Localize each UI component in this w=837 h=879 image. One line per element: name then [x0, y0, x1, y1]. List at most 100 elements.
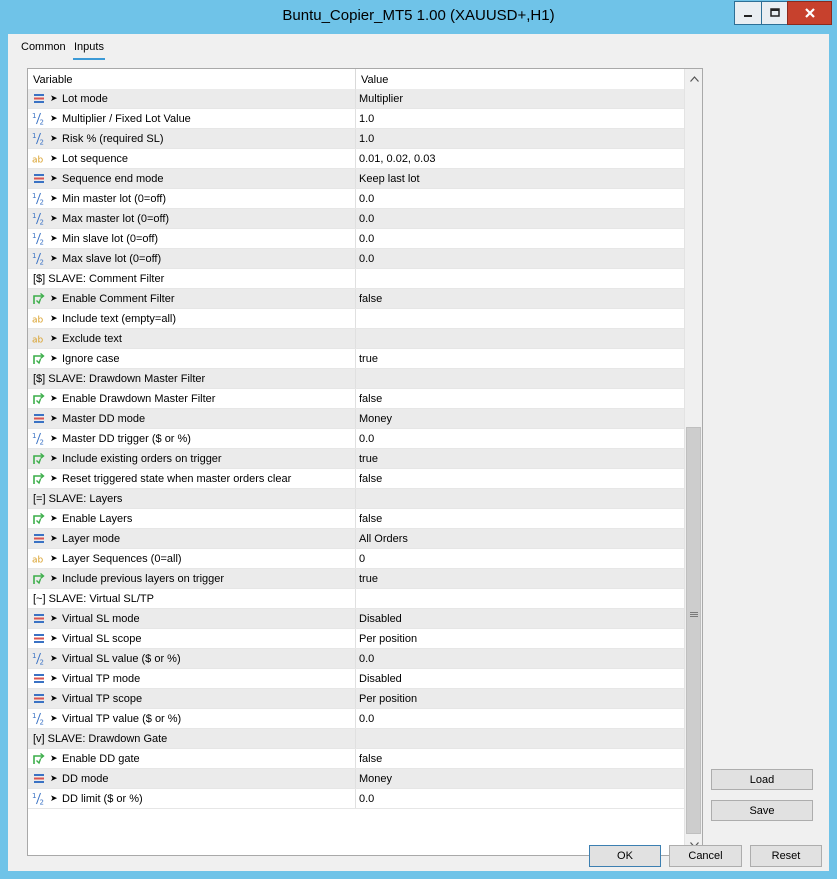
variable-value[interactable]: 0	[359, 553, 365, 565]
grid-row[interactable]: 1 2 ➤ Max master lot (0=off) 0.0	[28, 209, 684, 229]
column-divider	[355, 129, 356, 148]
grid-row[interactable]: ➤ Layer mode All Orders	[28, 529, 684, 549]
section-label: [~] SLAVE: Virtual SL/TP	[33, 593, 154, 605]
boolean-arrow-icon	[32, 392, 46, 405]
grid-row[interactable]: ➤ Virtual TP scope Per position	[28, 689, 684, 709]
variable-value[interactable]: 0.0	[359, 653, 374, 665]
variable-value[interactable]: true	[359, 453, 378, 465]
scroll-up-button[interactable]	[686, 71, 702, 87]
variable-label: Lot sequence	[62, 153, 129, 165]
grid-row[interactable]: ➤ Enable Layers false	[28, 509, 684, 529]
grid-row[interactable]: 1 2 ➤ Multiplier / Fixed Lot Value 1.0	[28, 109, 684, 129]
column-header-value[interactable]: Value	[361, 74, 388, 86]
grid-row[interactable]: ab ➤ Layer Sequences (0=all) 0	[28, 549, 684, 569]
variable-value[interactable]: Multiplier	[359, 93, 403, 105]
variable-value[interactable]: All Orders	[359, 533, 408, 545]
grid-row[interactable]: ➤ Include previous layers on trigger true	[28, 569, 684, 589]
variable-value[interactable]: 0.0	[359, 233, 374, 245]
vertical-scrollbar[interactable]	[684, 69, 702, 855]
grid-section-row[interactable]: [v] SLAVE: Drawdown Gate	[28, 729, 684, 749]
save-button[interactable]: Save	[711, 800, 813, 821]
svg-text:1: 1	[32, 212, 36, 220]
grid-section-row[interactable]: [$] SLAVE: Drawdown Master Filter	[28, 369, 684, 389]
variable-label: Max master lot (0=off)	[62, 213, 170, 225]
variable-value[interactable]: 0.0	[359, 793, 374, 805]
grid-row[interactable]: ➤ Enable Comment Filter false	[28, 289, 684, 309]
grid-row[interactable]: 1 2 ➤ Min slave lot (0=off) 0.0	[28, 229, 684, 249]
grid-row[interactable]: ➤ Ignore case true	[28, 349, 684, 369]
column-divider	[355, 369, 356, 388]
grid-row[interactable]: 1 2 ➤ Min master lot (0=off) 0.0	[28, 189, 684, 209]
grid-row[interactable]: 1 2 ➤ Max slave lot (0=off) 0.0	[28, 249, 684, 269]
variable-value[interactable]: 0.01, 0.02, 0.03	[359, 153, 435, 165]
grid-row[interactable]: ➤ Include existing orders on trigger true	[28, 449, 684, 469]
grid-section-row[interactable]: [$] SLAVE: Comment Filter	[28, 269, 684, 289]
variable-value[interactable]: Money	[359, 413, 392, 425]
variable-label: Master DD trigger ($ or %)	[62, 433, 191, 445]
grid-row[interactable]: ➤ Virtual TP mode Disabled	[28, 669, 684, 689]
grid-row[interactable]: 1 2 ➤ Risk % (required SL) 1.0	[28, 129, 684, 149]
grid-row[interactable]: ➤ Reset triggered state when master order…	[28, 469, 684, 489]
grid-row[interactable]: ➤ Enable DD gate false	[28, 749, 684, 769]
variable-value[interactable]: Per position	[359, 693, 417, 705]
column-divider	[355, 789, 356, 808]
variable-value[interactable]: false	[359, 753, 382, 765]
variable-value[interactable]: 0.0	[359, 713, 374, 725]
variable-value[interactable]: 0.0	[359, 253, 374, 265]
variable-value[interactable]: true	[359, 353, 378, 365]
grid-row[interactable]: 1 2 ➤ Master DD trigger ($ or %) 0.0	[28, 429, 684, 449]
grid-row[interactable]: ab ➤ Lot sequence 0.01, 0.02, 0.03	[28, 149, 684, 169]
column-header-variable[interactable]: Variable	[33, 74, 73, 86]
variable-value[interactable]: false	[359, 293, 382, 305]
variable-value[interactable]: false	[359, 473, 382, 485]
grid-section-row[interactable]: [=] SLAVE: Layers	[28, 489, 684, 509]
variable-value[interactable]: Money	[359, 773, 392, 785]
enum-list-icon	[32, 612, 46, 625]
grid-row[interactable]: ➤ Sequence end mode Keep last lot	[28, 169, 684, 189]
tab-common[interactable]: Common	[21, 41, 66, 53]
variable-value[interactable]: Disabled	[359, 673, 402, 685]
variable-value[interactable]: Disabled	[359, 613, 402, 625]
cancel-button[interactable]: Cancel	[669, 845, 742, 867]
grid-header: Variable Value	[28, 69, 684, 90]
minimize-button[interactable]	[734, 1, 762, 25]
pointer-arrow-icon: ➤	[50, 633, 58, 643]
grid-section-row[interactable]: [~] SLAVE: Virtual SL/TP	[28, 589, 684, 609]
variable-value[interactable]: false	[359, 393, 382, 405]
grid-row[interactable]: ➤ Virtual SL mode Disabled	[28, 609, 684, 629]
variable-value[interactable]: true	[359, 573, 378, 585]
close-button[interactable]	[787, 1, 832, 25]
variable-value[interactable]: Per position	[359, 633, 417, 645]
grid-row[interactable]: ➤ DD mode Money	[28, 769, 684, 789]
grid-row[interactable]: ➤ Enable Drawdown Master Filter false	[28, 389, 684, 409]
variable-value[interactable]: false	[359, 513, 382, 525]
load-button[interactable]: Load	[711, 769, 813, 790]
grid-row[interactable]: 1 2 ➤ Virtual TP value ($ or %) 0.0	[28, 709, 684, 729]
variable-value[interactable]: 1.0	[359, 133, 374, 145]
dialog-client-area: Common Inputs Variable Value ➤ Lot mode Mu…	[8, 34, 829, 871]
grid-row[interactable]: ➤ Lot mode Multiplier	[28, 89, 684, 109]
number-fraction-icon: 12	[32, 712, 46, 725]
variable-value[interactable]: 0.0	[359, 193, 374, 205]
variable-value[interactable]: 0.0	[359, 433, 374, 445]
variable-value[interactable]: 0.0	[359, 213, 374, 225]
grid-row[interactable]: ab ➤ Include text (empty=all)	[28, 309, 684, 329]
tab-inputs[interactable]: Inputs	[73, 41, 105, 60]
pointer-arrow-icon: ➤	[50, 573, 58, 583]
grid-row[interactable]: ➤ Virtual SL scope Per position	[28, 629, 684, 649]
ok-button[interactable]: OK	[589, 845, 661, 867]
grid-row[interactable]: ab ➤ Exclude text	[28, 329, 684, 349]
grid-row[interactable]: 1 2 ➤ DD limit ($ or %) 0.0	[28, 789, 684, 809]
variable-value[interactable]: 1.0	[359, 113, 374, 125]
maximize-button[interactable]	[761, 1, 788, 25]
svg-text:ab: ab	[32, 315, 44, 325]
column-divider	[355, 389, 356, 408]
variable-label: Risk % (required SL)	[62, 133, 164, 145]
reset-button[interactable]: Reset	[750, 845, 822, 867]
scroll-thumb[interactable]	[686, 427, 701, 834]
grid-row[interactable]: ➤ Master DD mode Money	[28, 409, 684, 429]
variable-value[interactable]: Keep last lot	[359, 173, 420, 185]
grid-row[interactable]: 1 2 ➤ Virtual SL value ($ or %) 0.0	[28, 649, 684, 669]
title-bar[interactable]: Buntu_Copier_MT5 1.00 (XAUUSD+,H1)	[0, 0, 837, 34]
pointer-arrow-icon: ➤	[50, 513, 58, 523]
